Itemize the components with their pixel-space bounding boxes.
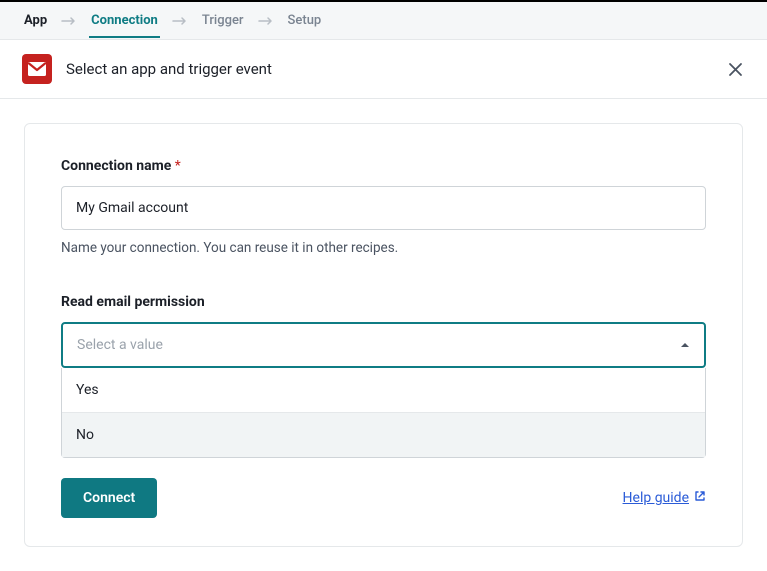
connection-name-input[interactable] bbox=[61, 186, 706, 230]
required-mark: * bbox=[175, 158, 181, 174]
select-placeholder: Select a value bbox=[77, 337, 163, 353]
read-permission-dropdown: Yes No bbox=[61, 368, 706, 458]
label-text: Connection name bbox=[61, 158, 171, 174]
external-link-icon bbox=[694, 490, 706, 506]
caret-up-icon bbox=[680, 342, 690, 348]
arrow-right-icon bbox=[172, 16, 188, 26]
help-link-text: Help guide bbox=[623, 490, 689, 506]
dropdown-option-no[interactable]: No bbox=[62, 413, 705, 457]
field-read-permission: Read email permission Select a value Yes… bbox=[61, 294, 706, 458]
breadcrumb-step-setup[interactable]: Setup bbox=[286, 3, 324, 38]
gmail-icon bbox=[22, 54, 52, 84]
form-footer: Connect Help guide bbox=[61, 478, 706, 518]
read-permission-select[interactable]: Select a value bbox=[61, 322, 706, 368]
breadcrumb-step-trigger[interactable]: Trigger bbox=[200, 3, 246, 38]
breadcrumb-step-connection[interactable]: Connection bbox=[89, 3, 160, 38]
dropdown-option-yes[interactable]: Yes bbox=[62, 368, 705, 413]
arrow-right-icon bbox=[258, 16, 274, 26]
header: Select an app and trigger event bbox=[0, 40, 767, 99]
page-title: Select an app and trigger event bbox=[66, 60, 711, 78]
read-permission-label: Read email permission bbox=[61, 294, 706, 310]
connect-button[interactable]: Connect bbox=[61, 478, 157, 518]
help-guide-link[interactable]: Help guide bbox=[623, 490, 706, 506]
arrow-right-icon bbox=[61, 16, 77, 26]
breadcrumb-bar: App Connection Trigger Setup bbox=[0, 2, 767, 40]
field-connection-name: Connection name * Name your connection. … bbox=[61, 158, 706, 256]
connection-name-help: Name your connection. You can reuse it i… bbox=[61, 240, 706, 256]
connection-name-label: Connection name * bbox=[61, 158, 706, 174]
close-icon[interactable] bbox=[725, 59, 745, 79]
form-card: Connection name * Name your connection. … bbox=[24, 123, 743, 547]
content: Connection name * Name your connection. … bbox=[0, 99, 767, 571]
breadcrumb-step-app[interactable]: App bbox=[22, 3, 49, 38]
